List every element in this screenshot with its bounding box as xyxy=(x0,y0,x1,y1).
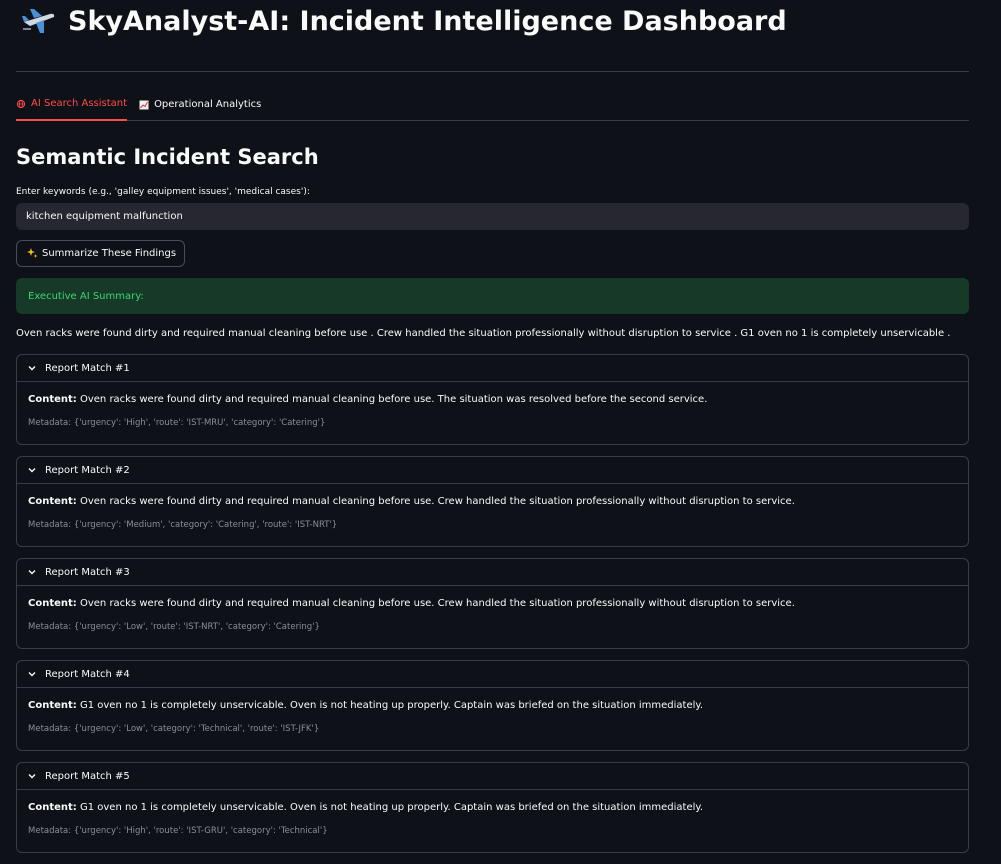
report-content: Content: Oven racks were found dirty and… xyxy=(28,598,957,609)
summary-heading: Executive AI Summary: xyxy=(28,290,144,302)
summary-text: Oven racks were found dirty and required… xyxy=(16,328,951,339)
content-text: G1 oven no 1 is completely unservicable.… xyxy=(79,802,704,813)
search-input[interactable] xyxy=(16,203,969,230)
report-match-title: Report Match #5 xyxy=(45,770,130,782)
report-metadata: Metadata: {'urgency': 'Low', 'category':… xyxy=(28,724,320,734)
chevron-down-icon xyxy=(28,468,36,473)
report-match-header[interactable]: Report Match #3 xyxy=(17,559,968,586)
globe-icon xyxy=(16,99,26,108)
report-match-title: Report Match #2 xyxy=(45,464,130,476)
tab-label: AI Search Assistant xyxy=(31,98,128,109)
report-metadata: Metadata: {'urgency': 'High', 'route': '… xyxy=(28,418,326,428)
report-content: Content: Oven racks were found dirty and… xyxy=(28,394,957,405)
report-content: Content: Oven racks were found dirty and… xyxy=(28,496,957,507)
report-match-title: Report Match #3 xyxy=(45,566,130,578)
report-match-title: Report Match #1 xyxy=(45,362,130,374)
page-title: SkyAnalyst-AI: Incident Intelligence Das… xyxy=(68,5,787,37)
report-metadata: Metadata: {'urgency': 'Medium', 'categor… xyxy=(28,520,338,530)
tab-label: Operational Analytics xyxy=(154,99,262,110)
sparkles-icon xyxy=(27,248,38,258)
chevron-down-icon xyxy=(28,774,36,779)
report-match-expander: Report Match #3 Content: Oven racks were… xyxy=(16,558,969,649)
report-match-expander: Report Match #1 Content: Oven racks were… xyxy=(16,354,969,445)
app-page: SkyAnalyst-AI: Incident Intelligence Das… xyxy=(0,0,1001,864)
report-content: Content: G1 oven no 1 is completely unse… xyxy=(28,700,957,711)
report-match-header[interactable]: Report Match #5 xyxy=(17,763,968,790)
content-label: Content: xyxy=(28,700,77,711)
report-metadata: Metadata: {'urgency': 'Low', 'route': 'I… xyxy=(28,622,320,632)
chart-icon xyxy=(139,100,149,109)
report-content: Content: G1 oven no 1 is completely unse… xyxy=(28,802,957,813)
report-match-title: Report Match #4 xyxy=(45,668,130,680)
report-match-expander: Report Match #2 Content: Oven racks were… xyxy=(16,456,969,547)
chevron-down-icon xyxy=(28,672,36,677)
airplane-icon xyxy=(22,9,55,33)
tab-operational-analytics[interactable]: Operational Analytics xyxy=(139,99,261,120)
report-match-header[interactable]: Report Match #4 xyxy=(17,661,968,688)
report-match-header[interactable]: Report Match #2 xyxy=(17,457,968,484)
report-match-header[interactable]: Report Match #1 xyxy=(17,355,968,382)
content-text: Oven racks were found dirty and required… xyxy=(79,496,795,507)
report-match-body: Content: G1 oven no 1 is completely unse… xyxy=(17,688,968,750)
report-match-body: Content: Oven racks were found dirty and… xyxy=(17,484,968,546)
tab-bar: AI Search Assistant Operational Analytic… xyxy=(16,72,969,121)
section-title: Semantic Incident Search xyxy=(16,145,319,169)
summarize-button[interactable]: Summarize These Findings xyxy=(16,240,186,267)
content-text: Oven racks were found dirty and required… xyxy=(79,598,795,609)
report-match-body: Content: Oven racks were found dirty and… xyxy=(17,586,968,648)
report-match-expander: Report Match #4 Content: G1 oven no 1 is… xyxy=(16,660,969,751)
summarize-button-label: Summarize These Findings xyxy=(42,248,177,259)
search-label: Enter keywords (e.g., 'galley equipment … xyxy=(16,187,310,197)
content-label: Content: xyxy=(28,394,77,405)
tab-ai-search-assistant[interactable]: AI Search Assistant xyxy=(16,98,128,121)
report-match-body: Content: G1 oven no 1 is completely unse… xyxy=(17,790,968,852)
content-text: G1 oven no 1 is completely unservicable.… xyxy=(79,700,704,711)
summary-alert: Executive AI Summary: xyxy=(16,278,969,314)
content-text: Oven racks were found dirty and required… xyxy=(79,394,708,405)
report-metadata: Metadata: {'urgency': 'High', 'route': '… xyxy=(28,826,328,836)
chevron-down-icon xyxy=(28,366,36,371)
report-match-expander: Report Match #5 Content: G1 oven no 1 is… xyxy=(16,762,969,853)
report-match-body: Content: Oven racks were found dirty and… xyxy=(17,382,968,444)
content-label: Content: xyxy=(28,598,77,609)
chevron-down-icon xyxy=(28,570,36,575)
app-header: SkyAnalyst-AI: Incident Intelligence Das… xyxy=(16,0,969,42)
content-label: Content: xyxy=(28,802,77,813)
content-label: Content: xyxy=(28,496,77,507)
